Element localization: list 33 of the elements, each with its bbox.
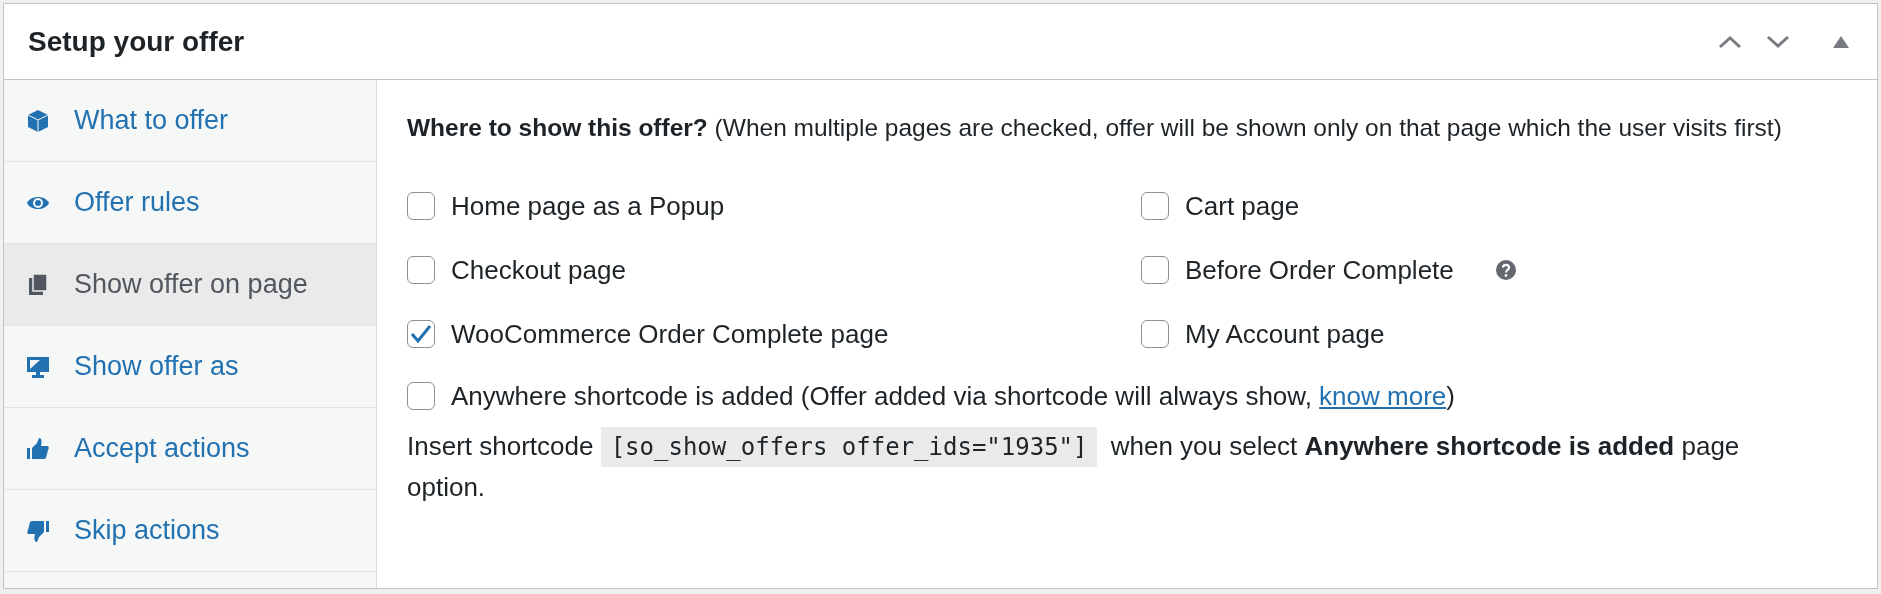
cube-icon [26,108,50,133]
monitor-icon [26,354,50,379]
checkbox[interactable] [407,320,435,348]
option-label[interactable]: Checkout page [451,254,626,286]
option-label[interactable]: WooCommerce Order Complete page [451,318,889,350]
help-icon[interactable] [1495,260,1516,280]
option-label[interactable]: Before Order Complete [1185,254,1454,286]
sidebar-tab[interactable]: Accept actions [4,408,376,490]
checkbox[interactable] [1141,256,1169,284]
checkbox[interactable] [407,382,435,410]
option-label[interactable]: My Account page [1185,318,1385,350]
sidebar-tab[interactable]: Show offer on page [4,244,376,326]
panel-title: Setup your offer [28,25,246,58]
sidebar-tab[interactable]: Show offer as [4,326,376,408]
shortcode-note: Insert shortcode [so_show_offers offer_ids="1935"] when you select Anywhere shortcode is added page option. [407,426,1847,507]
option-label[interactable]: Home page as a Popup [451,190,725,222]
checkbox[interactable] [407,192,435,220]
triangle-icon [1833,35,1849,48]
checkbox[interactable] [407,256,435,284]
question-text: Where to show this offer? (When multiple pages are checked, offer will be shown only on that page which the user visits first) [407,113,1783,143]
thumbs-up-icon [26,436,50,461]
chevron-down-icon [1765,33,1791,50]
sidebar-tab[interactable]: What to offer [4,80,376,162]
thumbs-down-icon [26,518,50,543]
checkbox[interactable] [1141,320,1169,348]
chevron-up-icon [1717,33,1743,50]
shortcode-snippet: [so_show_offers offer_ids="1935"] [600,427,1098,467]
sidebar-tab[interactable]: Skip actions [4,490,376,572]
option-label[interactable]: Anywhere shortcode is added (Offer added via shortcode will always show, know more) [451,380,1455,412]
checkbox[interactable] [1141,192,1169,220]
know-more-link[interactable]: know more [1319,380,1447,411]
option-label[interactable]: Cart page [1185,190,1300,222]
pages-icon [26,272,50,297]
